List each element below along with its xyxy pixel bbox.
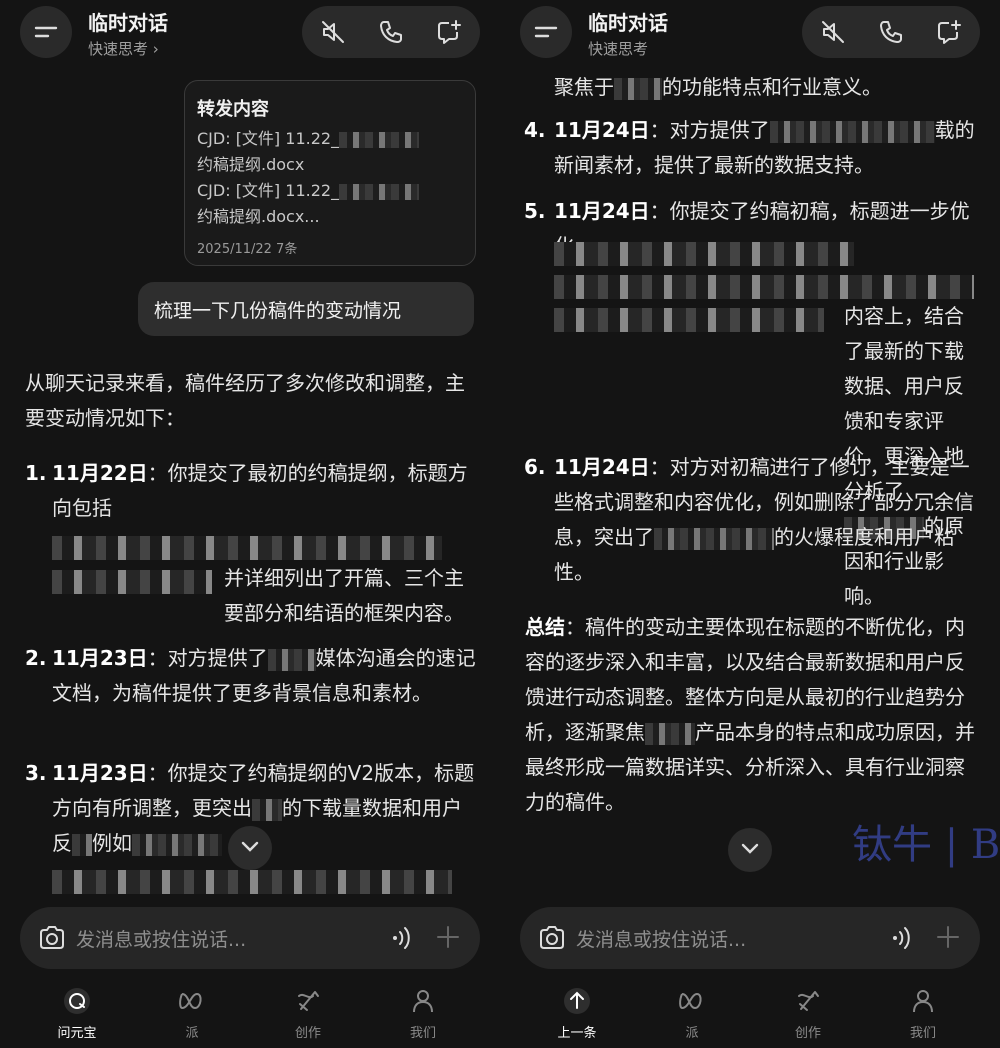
left-chat-screen: 转发内容 CJD: [文件] 11.22_ 约稿提纲.docx CJD: [文件… — [0, 0, 500, 1048]
camera-icon — [540, 926, 564, 949]
pai-icon — [679, 992, 702, 1010]
menu-icon — [34, 26, 58, 38]
forwarded-card-meta: 2025/11/22 7条 — [197, 242, 298, 257]
tab-profile[interactable]: 我们 — [883, 986, 963, 1041]
chat-content: 聚焦于 的功能特点和行业意义。 4. 11月24日：对方提供了 载的新闻素材，提供了… — [500, 0, 1000, 1048]
forwarded-line: 约稿提纲.docx — [197, 155, 305, 174]
tab-label: 派 — [185, 1026, 199, 1041]
list-item: 11月23日：对方提供了 媒体沟通会的速记文档，为稿件提供了更多背景信息和素材。 — [52, 646, 476, 705]
forwarded-content-card[interactable]: 转发内容 CJD: [文件] 11.22_ 约稿提纲.docx CJD: [文件… — [184, 80, 476, 266]
reply-intro: 从聊天记录来看，稿件经历了多次修改和调整，主要变动情况如下： — [25, 371, 465, 430]
tab-label: 我们 — [909, 1026, 936, 1041]
mode-selector[interactable]: 快速思考 › — [88, 38, 159, 59]
create-icon — [798, 991, 819, 1011]
mute-icon[interactable] — [820, 19, 846, 45]
tab-create[interactable]: 创作 — [768, 986, 848, 1041]
header-actions — [802, 6, 980, 58]
chat-header: 临时对话 快速思考 — [500, 0, 1000, 68]
menu-icon — [534, 26, 558, 38]
list-item: 11月24日：对方对初稿进行了修订，主要是一些格式调整和内容优化，例如删除了部分… — [554, 455, 974, 584]
chat-title: 临时对话 — [88, 11, 168, 35]
camera-icon — [40, 926, 64, 949]
scroll-to-bottom-button[interactable] — [228, 826, 272, 870]
tab-label: 创作 — [794, 1026, 821, 1041]
forwarded-line: CJD: [文件] 11.22_ — [197, 125, 420, 149]
message-input[interactable]: 发消息或按住说话... — [520, 907, 980, 969]
forwarded-line: 约稿提纲.docx... — [197, 207, 320, 226]
tab-label: 上一条 — [557, 1026, 597, 1041]
create-icon — [298, 991, 319, 1011]
redacted-block — [52, 870, 452, 894]
list-number: 3. — [25, 761, 47, 785]
chevron-down-icon — [741, 843, 759, 854]
chat-content: 转发内容 CJD: [文件] 11.22_ 约稿提纲.docx CJD: [文件… — [0, 0, 500, 1048]
arrow-up-icon — [564, 988, 590, 1014]
list-item-continuation: 并详细列出了开篇、三个主要部分和结语的框架内容。 — [224, 566, 464, 625]
pai-icon — [179, 992, 202, 1010]
phone-icon[interactable] — [878, 19, 904, 45]
tab-pai[interactable]: 派 — [152, 986, 232, 1041]
message-input[interactable]: 发消息或按住说话... — [20, 907, 480, 969]
tab-profile[interactable]: 我们 — [383, 986, 463, 1041]
tab-previous[interactable]: 上一条 — [537, 986, 617, 1041]
watermark-logo: 钛牛 | BiaNews — [852, 822, 1000, 868]
chevron-down-icon — [241, 841, 259, 852]
tab-create[interactable]: 创作 — [268, 986, 348, 1041]
list-item: 11月22日：你提交了最初的约稿提纲，标题方向包括 — [52, 461, 468, 520]
menu-button[interactable] — [520, 6, 572, 58]
bottom-tab-bar: 问元宝 派 创作 我们 — [0, 980, 500, 1048]
input-placeholder: 发消息或按住说话... — [576, 929, 747, 951]
tab-yuanbao[interactable]: 问元宝 — [37, 986, 117, 1041]
mode-selector[interactable]: 快速思考 — [588, 38, 648, 59]
list-number: 1. — [25, 461, 47, 485]
yuanbao-icon — [64, 988, 90, 1014]
phone-icon[interactable] — [378, 19, 404, 45]
list-number: 2. — [25, 646, 47, 670]
plus-icon — [937, 926, 959, 948]
chat-header: 临时对话 快速思考 › — [0, 0, 500, 68]
profile-icon — [413, 990, 433, 1013]
forwarded-line: CJD: [文件] 11.22_ — [197, 177, 420, 201]
bottom-tab-bar: 上一条 派 创作 我们 — [500, 980, 1000, 1048]
input-placeholder: 发消息或按住说话... — [76, 929, 247, 951]
voice-icon — [893, 927, 910, 949]
scroll-to-bottom-button[interactable] — [728, 828, 772, 872]
continued-text: 聚焦于 的功能特点和行业意义。 — [554, 75, 882, 100]
user-message-bubble[interactable]: 梳理一下几份稿件的变动情况 — [138, 282, 474, 336]
redacted-block — [554, 242, 854, 266]
menu-button[interactable] — [20, 6, 72, 58]
tab-label: 派 — [685, 1026, 699, 1041]
new-chat-icon[interactable] — [936, 19, 962, 45]
redacted-block — [52, 536, 442, 560]
forwarded-card-title: 转发内容 — [197, 99, 269, 120]
profile-icon — [913, 990, 933, 1013]
redacted-block — [554, 275, 974, 299]
list-number: 4. — [524, 118, 546, 142]
list-item: 11月24日：对方提供了 载的新闻素材，提供了最新的数据支持。 — [554, 118, 975, 177]
tab-label: 我们 — [409, 1026, 436, 1041]
mute-icon[interactable] — [320, 19, 346, 45]
redacted-block — [52, 570, 212, 594]
list-number: 5. — [524, 199, 546, 223]
summary-paragraph: 总结：稿件的变动主要体现在标题的不断优化，内容的逐步深入和丰富，以及结合最新数据… — [525, 615, 975, 814]
list-number: 6. — [524, 455, 546, 479]
new-chat-icon[interactable] — [436, 19, 462, 45]
redacted-block — [554, 308, 824, 332]
tab-label: 问元宝 — [57, 1026, 97, 1041]
header-actions — [302, 6, 480, 58]
user-message-text: 梳理一下几份稿件的变动情况 — [154, 300, 402, 322]
right-chat-screen: 聚焦于 的功能特点和行业意义。 4. 11月24日：对方提供了 载的新闻素材，提供了… — [500, 0, 1000, 1048]
tab-pai[interactable]: 派 — [652, 986, 732, 1041]
tab-label: 创作 — [294, 1026, 321, 1041]
plus-icon — [437, 926, 459, 948]
voice-icon — [393, 927, 410, 949]
chat-title: 临时对话 — [588, 11, 668, 35]
